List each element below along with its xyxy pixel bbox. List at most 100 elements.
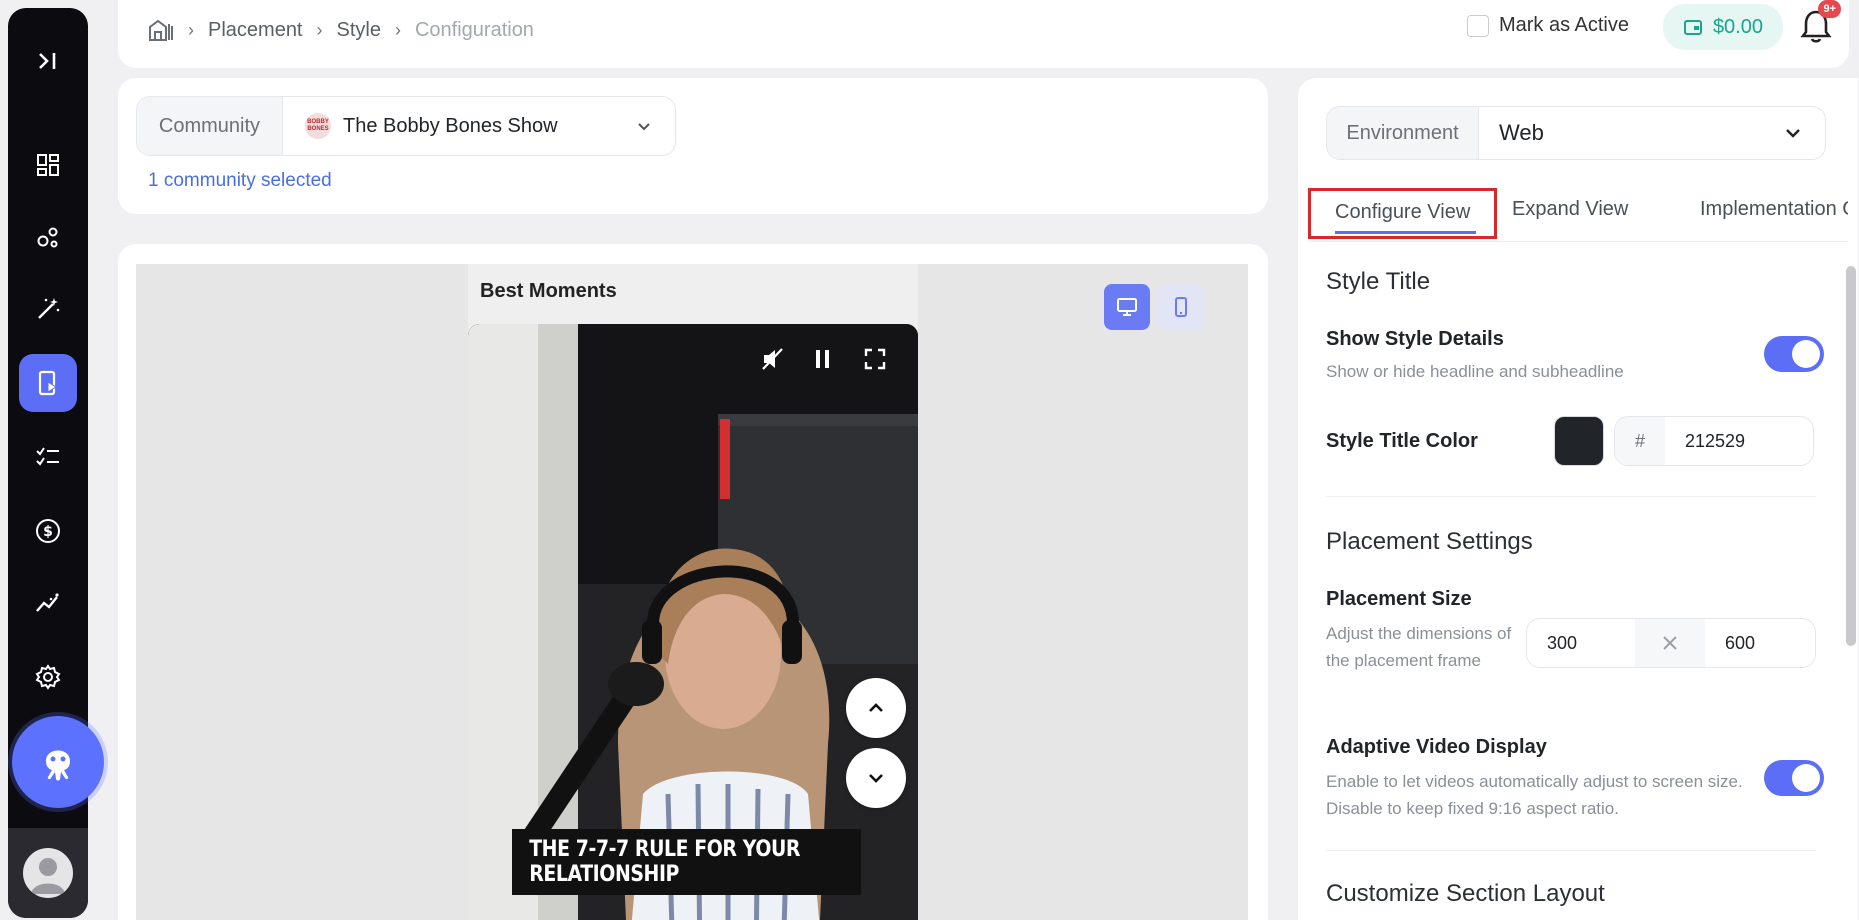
placement-size-description: Adjust the dimensions of the placement f… xyxy=(1326,624,1512,670)
collapse-sidebar-button[interactable] xyxy=(19,32,77,90)
section-divider xyxy=(1326,850,1816,851)
chevron-right-icon: › xyxy=(316,19,323,40)
video-player[interactable]: THE 7-7-7 RULE FOR YOUR RELATIONSHIP xyxy=(468,324,918,920)
tab-configure-view[interactable]: Configure View xyxy=(1308,188,1498,239)
adaptive-video-toggle[interactable] xyxy=(1764,760,1824,796)
adaptive-video-label: Adaptive Video Display xyxy=(1326,736,1547,758)
tab-implementation-guide[interactable]: Implementation Gu xyxy=(1676,188,1848,231)
placement-size-input: 300 600 xyxy=(1526,618,1816,668)
community-value[interactable]: BOBBY BONES The Bobby Bones Show xyxy=(283,97,675,155)
mark-active-label: Mark as Active xyxy=(1498,14,1629,36)
svg-text:$: $ xyxy=(43,524,53,540)
notification-badge: 9+ xyxy=(1818,0,1841,18)
wallet-balance[interactable]: $0.00 xyxy=(1662,4,1783,50)
dollar-icon: $ xyxy=(36,519,60,543)
breadcrumb: › Placement › Style › Configuration xyxy=(148,18,534,42)
sidebar-item-nodes[interactable] xyxy=(19,208,77,266)
preview-card: Best Moments THE 7-7-7 RULE FOR YOUR REL… xyxy=(118,244,1268,920)
chevron-up-icon xyxy=(869,703,883,712)
settings-icon xyxy=(35,664,61,690)
hex-prefix: # xyxy=(1615,417,1665,465)
placement-size-label: Placement Size xyxy=(1326,588,1472,610)
breadcrumb-item-placement[interactable]: Placement xyxy=(208,19,303,42)
show-style-details-label: Show Style Details xyxy=(1326,328,1504,350)
community-card: Community BOBBY BONES The Bobby Bones Sh… xyxy=(118,78,1268,214)
octopus-icon xyxy=(46,750,70,781)
environment-label: Environment xyxy=(1327,107,1479,159)
breadcrumb-item-style[interactable]: Style xyxy=(337,19,381,42)
adaptive-video-description: Enable to let videos automatically adjus… xyxy=(1326,772,1743,818)
chevron-right-icon: › xyxy=(394,19,401,40)
wallet-icon xyxy=(1683,20,1702,35)
sidebar-item-analytics[interactable] xyxy=(19,574,77,632)
preview-canvas: Best Moments THE 7-7-7 RULE FOR YOUR REL… xyxy=(136,264,1248,920)
sidebar-item-tasks[interactable] xyxy=(19,428,77,486)
hex-value[interactable]: 212529 xyxy=(1665,417,1813,465)
breadcrumb-item-configuration: Configuration xyxy=(414,18,534,41)
mobile-view-button[interactable] xyxy=(1158,284,1204,330)
tab-expand-view[interactable]: Expand View xyxy=(1488,188,1652,231)
environment-value[interactable]: Web xyxy=(1479,107,1825,159)
community-select[interactable]: Community BOBBY BONES The Bobby Bones Sh… xyxy=(136,96,676,156)
video-caption: THE 7-7-7 RULE FOR YOUR RELATIONSHIP xyxy=(512,829,862,895)
placement-height-input[interactable]: 600 xyxy=(1705,619,1815,667)
dashboard-icon xyxy=(37,154,59,176)
environment-select[interactable]: Environment Web xyxy=(1326,106,1826,160)
community-label: Community xyxy=(137,97,283,155)
community-name: The Bobby Bones Show xyxy=(343,114,558,137)
collapse-icon xyxy=(39,53,56,69)
home-icon[interactable] xyxy=(148,18,174,42)
sidebar-item-magic[interactable] xyxy=(19,280,77,338)
show-style-details-toggle[interactable] xyxy=(1764,336,1824,372)
section-placement-settings: Placement Settings xyxy=(1326,528,1533,555)
nodes-icon xyxy=(37,227,58,248)
balance-amount: $0.00 xyxy=(1712,15,1763,38)
video-placement-icon xyxy=(38,370,57,396)
community-logo: BOBBY BONES xyxy=(305,113,331,139)
fullscreen-icon[interactable] xyxy=(862,346,888,372)
desktop-view-button[interactable] xyxy=(1104,284,1150,330)
hex-color-input[interactable]: # 212529 xyxy=(1614,416,1814,466)
environment-selected: Web xyxy=(1499,120,1544,145)
user-icon xyxy=(31,858,65,894)
sidebar-item-dashboard[interactable] xyxy=(19,136,77,194)
sidebar-item-settings[interactable] xyxy=(19,648,77,706)
previous-video-button[interactable] xyxy=(846,678,906,738)
chevron-right-icon: › xyxy=(188,19,194,40)
device-toggle xyxy=(1104,284,1204,330)
chevron-down-icon xyxy=(638,123,650,131)
section-divider xyxy=(1326,496,1816,497)
preview-title: Best Moments xyxy=(480,280,617,302)
mark-active-checkbox[interactable] xyxy=(1466,14,1489,37)
magic-wand-icon xyxy=(38,298,60,319)
sidebar: $ xyxy=(8,8,104,918)
checklist-icon xyxy=(36,447,59,466)
section-style-title: Style Title xyxy=(1326,268,1431,295)
sidebar-item-placements[interactable] xyxy=(19,354,77,412)
placement-width-input[interactable]: 300 xyxy=(1527,619,1635,667)
analytics-icon xyxy=(36,593,59,612)
chevron-down-icon xyxy=(1786,129,1800,138)
user-menu[interactable] xyxy=(8,828,88,918)
mark-as-active-toggle[interactable]: Mark as Active xyxy=(1466,14,1629,37)
top-bar: › Placement › Style › Configuration Mark… xyxy=(118,0,1849,68)
pause-icon[interactable] xyxy=(810,346,836,372)
next-video-button[interactable] xyxy=(846,748,906,808)
section-customize-layout: Customize Section Layout xyxy=(1326,880,1605,907)
panel-scrollbar[interactable] xyxy=(1846,266,1856,646)
avatar[interactable] xyxy=(23,848,73,898)
color-swatch[interactable] xyxy=(1554,416,1604,466)
desktop-icon xyxy=(1117,298,1137,316)
placement-preview: Best Moments THE 7-7-7 RULE FOR YOUR REL… xyxy=(468,264,918,920)
times-icon xyxy=(1635,619,1705,667)
mute-icon[interactable] xyxy=(760,346,786,372)
notifications-button[interactable]: 9+ xyxy=(1799,0,1841,48)
chevron-down-icon xyxy=(869,774,883,783)
mobile-icon xyxy=(1175,297,1187,317)
style-title-color-label: Style Title Color xyxy=(1326,430,1478,452)
sidebar-item-monetization[interactable]: $ xyxy=(19,502,77,560)
configuration-panel: Environment Web Configure View Expand Vi… xyxy=(1298,78,1858,920)
community-count: 1 community selected xyxy=(148,170,332,191)
config-tabs: Configure View Expand View Implementatio… xyxy=(1308,170,1848,242)
assistant-octopus-button[interactable] xyxy=(12,716,104,808)
